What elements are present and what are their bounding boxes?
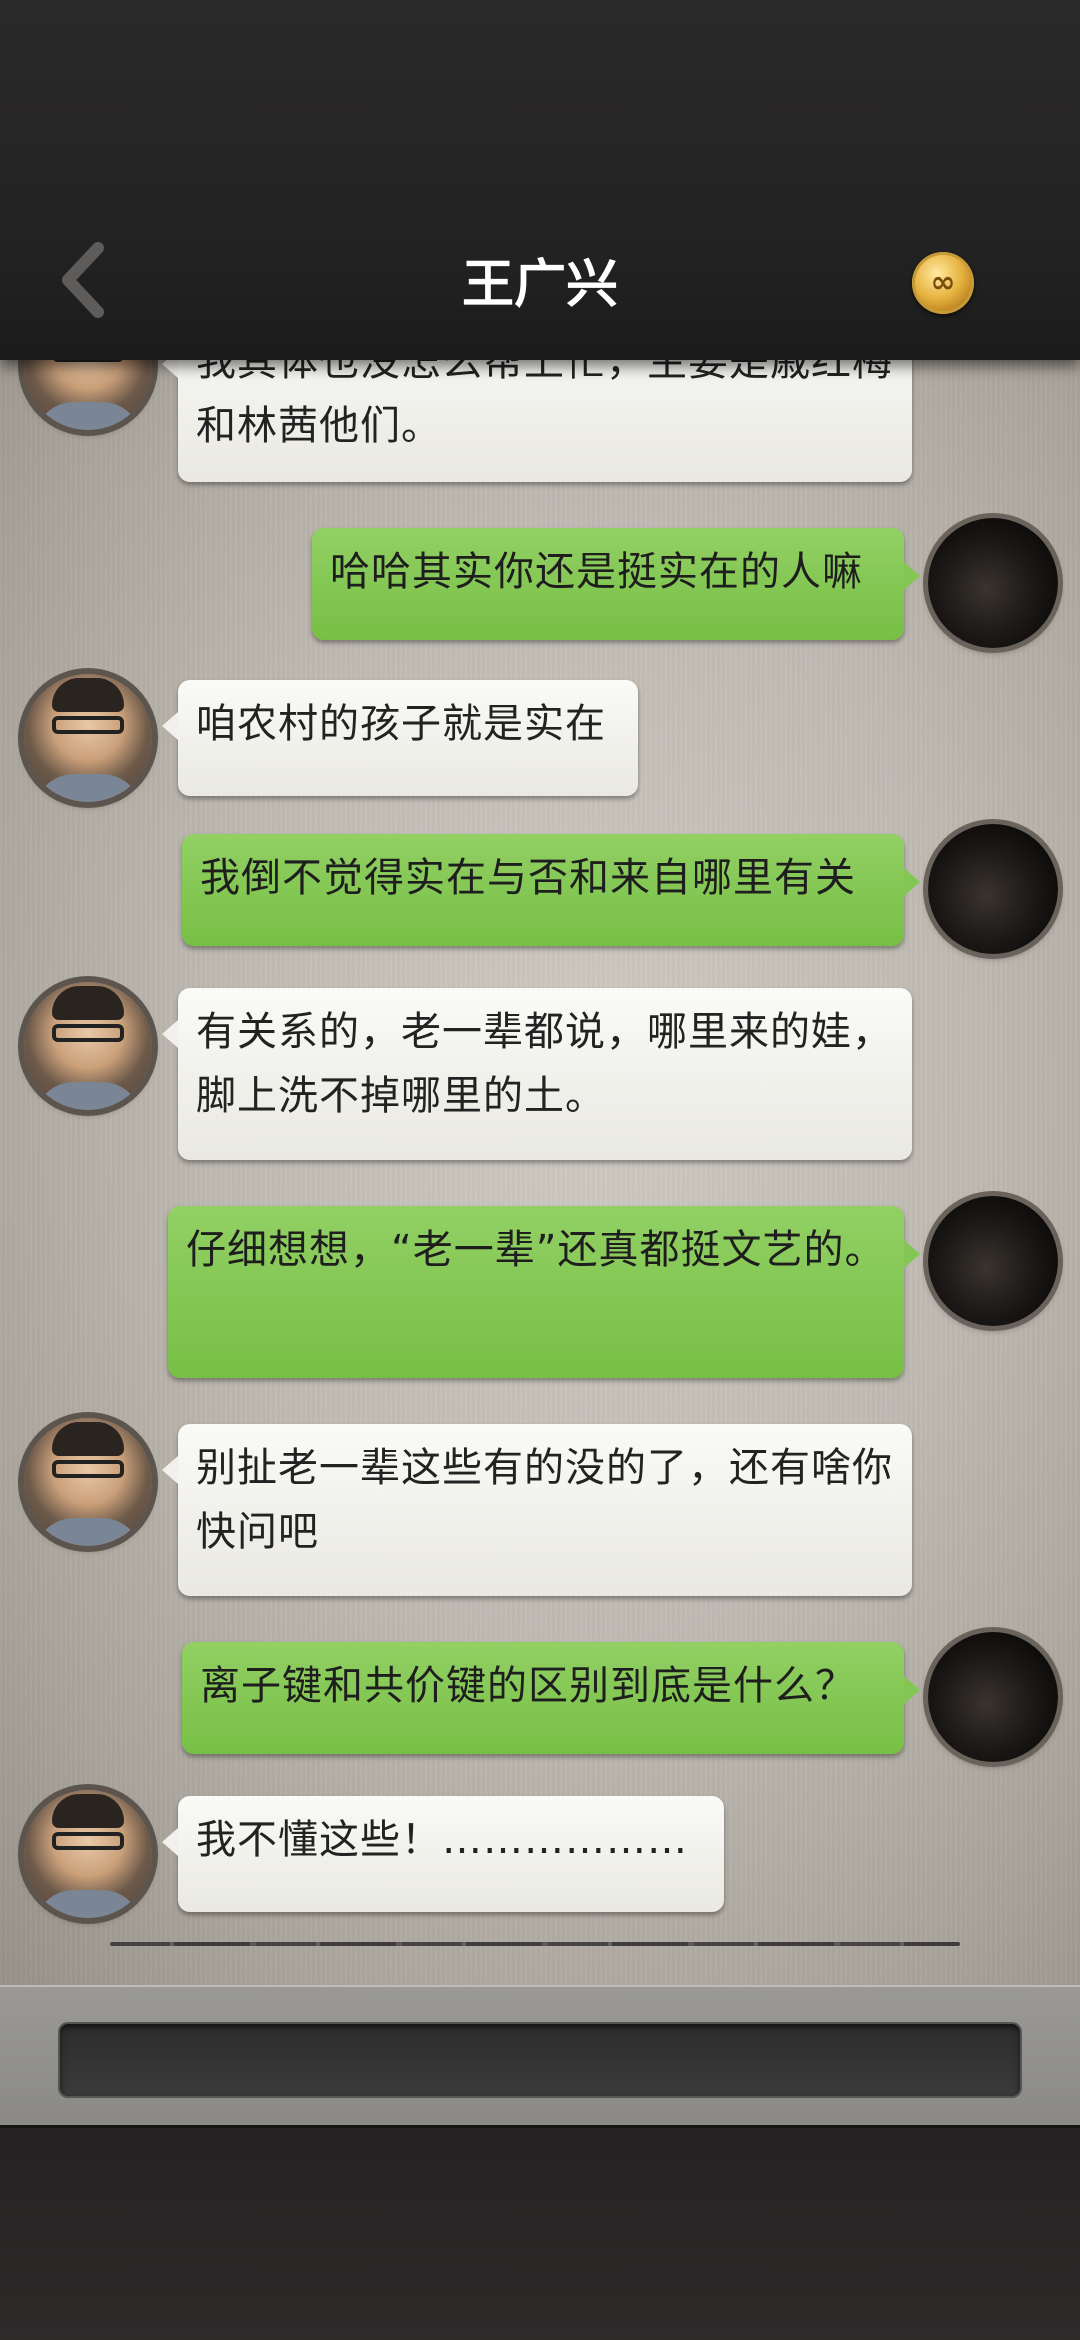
user-avatar[interactable]: [928, 518, 1058, 648]
back-button[interactable]: [48, 240, 118, 320]
message-bubble-outgoing[interactable]: 仔细想想，“老一辈”还真都挺文艺的。: [168, 1206, 920, 1378]
message-bubble-outgoing[interactable]: 离子键和共价键的区别到底是什么？: [182, 1642, 920, 1754]
bottom-panel: [0, 2125, 1080, 2340]
message-bubble-incoming[interactable]: 咱农村的孩子就是实在: [162, 680, 638, 796]
divider-line: [110, 1942, 960, 1946]
chat-screen: 王广兴 ∞ 我其体也没怎么帮上忙，主要是戚红梅和林茜他们。 哈哈其实你还是挺实在…: [0, 0, 1080, 2340]
contact-avatar[interactable]: [24, 1790, 152, 1918]
header-bar: 王广兴 ∞: [0, 0, 1080, 360]
message-bubble-incoming[interactable]: 别扯老一辈这些有的没的了，还有啥你快问吧: [162, 1424, 912, 1596]
message-bubble-outgoing[interactable]: 哈哈其实你还是挺实在的人嘛: [312, 528, 920, 640]
message-bubble-incoming[interactable]: 有关系的，老一辈都说，哪里来的娃，脚上洗不掉哪里的土。: [162, 988, 912, 1160]
message-bubble-outgoing[interactable]: 我倒不觉得实在与否和来自哪里有关: [182, 834, 920, 946]
user-avatar[interactable]: [928, 1632, 1058, 1762]
message-list[interactable]: 我其体也没怎么帮上忙，主要是戚红梅和林茜他们。 哈哈其实你还是挺实在的人嘛 咱农…: [0, 360, 1080, 1985]
contact-avatar[interactable]: [24, 982, 152, 1110]
user-avatar[interactable]: [928, 1196, 1058, 1326]
contact-avatar[interactable]: [24, 360, 152, 430]
message-input[interactable]: [58, 2022, 1022, 2098]
coin-symbol: ∞: [930, 265, 956, 300]
contact-avatar[interactable]: [24, 674, 152, 802]
contact-avatar[interactable]: [24, 1418, 152, 1546]
chevron-left-icon: [62, 242, 104, 318]
input-bar: [0, 1985, 1080, 2125]
user-avatar[interactable]: [928, 824, 1058, 954]
message-bubble-incoming[interactable]: 我不懂这些！………………: [162, 1796, 724, 1912]
contact-name-title: 王广兴: [461, 254, 618, 315]
gold-coin-icon[interactable]: ∞: [912, 252, 974, 314]
message-bubble-incoming[interactable]: 我其体也没怎么帮上忙，主要是戚红梅和林茜他们。: [162, 360, 912, 482]
